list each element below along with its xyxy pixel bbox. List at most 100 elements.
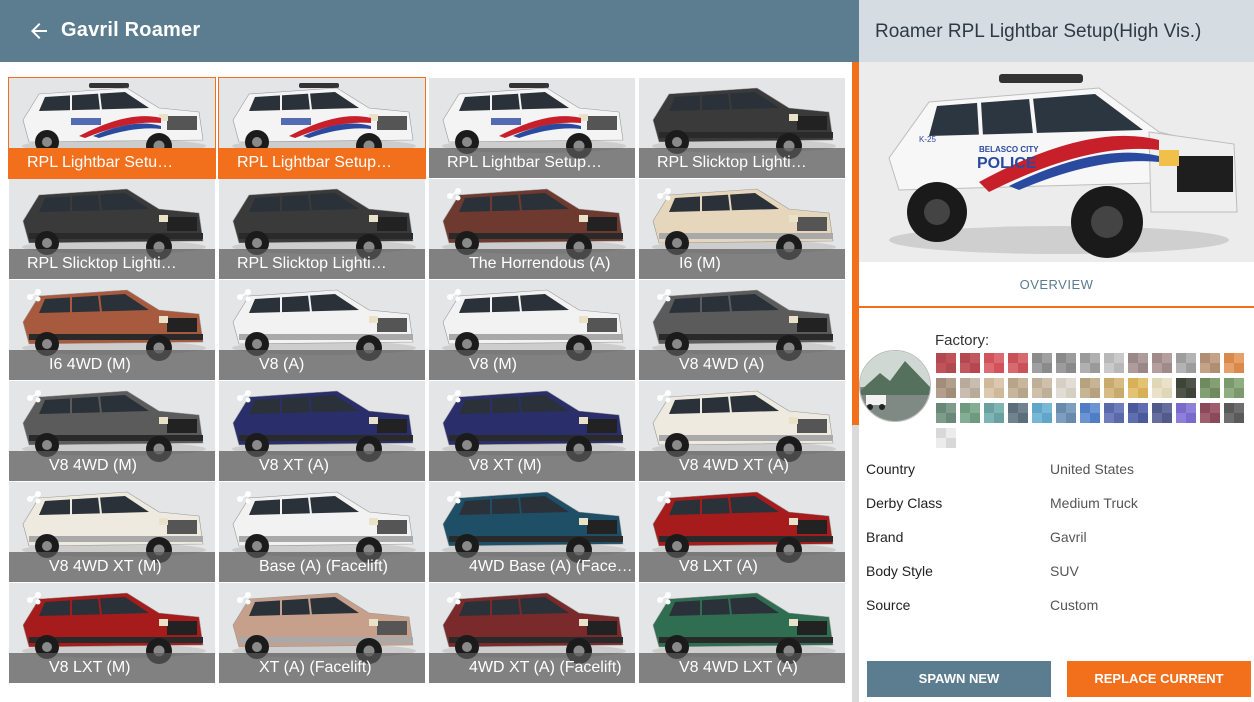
- paint-swatch[interactable]: [1152, 353, 1172, 373]
- scrollbar-thumb[interactable]: [852, 62, 859, 425]
- config-variant-icon: [27, 491, 41, 504]
- config-tile[interactable]: RPL Slicktop Lighti…: [639, 78, 845, 178]
- paint-swatch[interactable]: [1032, 378, 1052, 398]
- config-tile-label: V8 4WD XT (M): [9, 552, 215, 582]
- config-variant-icon: [237, 390, 251, 403]
- config-tile[interactable]: V8 (A): [219, 280, 425, 380]
- config-variant-icon: [657, 592, 671, 605]
- config-tile[interactable]: The Horrendous (A): [429, 179, 635, 279]
- paint-swatch[interactable]: [960, 353, 980, 373]
- paint-swatch[interactable]: [1128, 353, 1148, 373]
- paint-swatch[interactable]: [1176, 403, 1196, 423]
- paint-swatch[interactable]: [1104, 403, 1124, 423]
- config-tile-label: V8 XT (M): [429, 451, 635, 481]
- paint-swatch[interactable]: [1008, 403, 1028, 423]
- config-tile[interactable]: V8 (M): [429, 280, 635, 380]
- tab-overview[interactable]: OVERVIEW: [859, 262, 1254, 308]
- config-tile[interactable]: RPL Lightbar Setup…: [429, 78, 635, 178]
- paint-swatch[interactable]: [1200, 403, 1220, 423]
- page-title: Gavril Roamer: [61, 19, 201, 41]
- config-tile[interactable]: I6 (M): [639, 179, 845, 279]
- config-tile[interactable]: V8 4WD XT (A): [639, 381, 845, 481]
- paint-swatch[interactable]: [936, 403, 956, 423]
- config-tile-label: V8 LXT (A): [639, 552, 845, 582]
- config-tile-label: 4WD Base (A) (Face…: [429, 552, 635, 582]
- paint-swatch[interactable]: [1056, 353, 1076, 373]
- config-variant-icon: [447, 390, 461, 403]
- config-tile-label: Base (A) (Facelift): [219, 552, 425, 582]
- config-tile-label: V8 4WD (A): [639, 350, 845, 380]
- config-tile[interactable]: V8 LXT (M): [9, 583, 215, 683]
- paint-swatch[interactable]: [984, 378, 1004, 398]
- spawn-new-button[interactable]: SPAWN NEW: [867, 661, 1051, 697]
- paint-swatch[interactable]: [1176, 378, 1196, 398]
- detail-value-brand: Gavril: [1050, 529, 1087, 545]
- paint-category-label: Factory:: [935, 332, 990, 349]
- paint-swatch[interactable]: [936, 428, 956, 448]
- config-variant-icon: [237, 491, 251, 504]
- config-tile[interactable]: RPL Slicktop Lighti…: [219, 179, 425, 279]
- paint-swatch[interactable]: [960, 378, 980, 398]
- paint-swatch[interactable]: [936, 378, 956, 398]
- config-tile[interactable]: V8 4WD (M): [9, 381, 215, 481]
- detail-key-brand: Brand: [866, 529, 904, 545]
- paint-swatch[interactable]: [936, 353, 956, 373]
- detail-key-source: Source: [866, 597, 911, 613]
- paint-swatch[interactable]: [1224, 353, 1244, 373]
- paint-swatch[interactable]: [1080, 378, 1100, 398]
- paint-swatch[interactable]: [1008, 378, 1028, 398]
- replace-current-button[interactable]: REPLACE CURRENT: [1067, 661, 1251, 697]
- config-tile[interactable]: I6 4WD (M): [9, 280, 215, 380]
- paint-swatch[interactable]: [1080, 403, 1100, 423]
- paint-swatch[interactable]: [1056, 378, 1076, 398]
- paint-swatch[interactable]: [1032, 403, 1052, 423]
- config-tile-label: V8 (A): [219, 350, 425, 380]
- config-grid-area[interactable]: RPL Lightbar Setu… RPL Lightbar Setup… RPL…: [0, 62, 852, 702]
- config-tile[interactable]: V8 4WD LXT (A): [639, 583, 845, 683]
- paint-swatch[interactable]: [1104, 353, 1124, 373]
- paint-swatch[interactable]: [1152, 378, 1172, 398]
- config-tile[interactable]: 4WD XT (A) (Facelift): [429, 583, 635, 683]
- config-tile-label: V8 4WD XT (A): [639, 451, 845, 481]
- paint-swatch[interactable]: [1152, 403, 1172, 423]
- panel-title: Roamer RPL Lightbar Setup(High Vis.): [875, 21, 1202, 42]
- config-tile-label: XT (A) (Facelift): [219, 653, 425, 683]
- paint-swatch[interactable]: [984, 353, 1004, 373]
- paint-swatch[interactable]: [1128, 403, 1148, 423]
- paint-swatch[interactable]: [984, 403, 1004, 423]
- paint-preview-thumbnail[interactable]: [859, 350, 931, 422]
- config-tile[interactable]: V8 4WD (A): [639, 280, 845, 380]
- config-tile-label: V8 4WD (M): [9, 451, 215, 481]
- config-tile[interactable]: RPL Slicktop Lighti…: [9, 179, 215, 279]
- paint-swatch[interactable]: [960, 403, 980, 423]
- paint-swatch[interactable]: [1104, 378, 1124, 398]
- paint-swatch[interactable]: [1224, 403, 1244, 423]
- back-arrow-icon[interactable]: [27, 19, 51, 43]
- paint-swatch[interactable]: [1200, 353, 1220, 373]
- paint-swatch[interactable]: [1200, 378, 1220, 398]
- config-tile[interactable]: 4WD Base (A) (Face…: [429, 482, 635, 582]
- paint-swatch[interactable]: [1224, 378, 1244, 398]
- paint-swatch[interactable]: [1128, 378, 1148, 398]
- config-tile-label: V8 XT (A): [219, 451, 425, 481]
- config-tile[interactable]: Base (A) (Facelift): [219, 482, 425, 582]
- paint-swatch[interactable]: [1080, 353, 1100, 373]
- config-tile[interactable]: RPL Lightbar Setu…: [8, 77, 216, 179]
- config-tile[interactable]: V8 XT (M): [429, 381, 635, 481]
- paint-swatch[interactable]: [1056, 403, 1076, 423]
- config-tile-label: RPL Slicktop Lighti…: [639, 148, 845, 178]
- panel-title-bar: Roamer RPL Lightbar Setup(High Vis.): [859, 0, 1254, 62]
- paint-swatch[interactable]: [1176, 353, 1196, 373]
- config-variant-icon: [657, 390, 671, 403]
- paint-swatch[interactable]: [1008, 353, 1028, 373]
- config-tile[interactable]: RPL Lightbar Setup…: [218, 77, 426, 179]
- config-tile-label: V8 4WD LXT (A): [639, 653, 845, 683]
- config-tile[interactable]: V8 4WD XT (M): [9, 482, 215, 582]
- detail-value-source: Custom: [1050, 597, 1099, 613]
- config-tile[interactable]: V8 XT (A): [219, 381, 425, 481]
- config-tile[interactable]: V8 LXT (A): [639, 482, 845, 582]
- config-tile[interactable]: XT (A) (Facelift): [219, 583, 425, 683]
- header-bar: Gavril Roamer: [0, 0, 859, 62]
- paint-swatch[interactable]: [1032, 353, 1052, 373]
- details-panel: Roamer RPL Lightbar Setup(High Vis.) BEL…: [859, 0, 1254, 702]
